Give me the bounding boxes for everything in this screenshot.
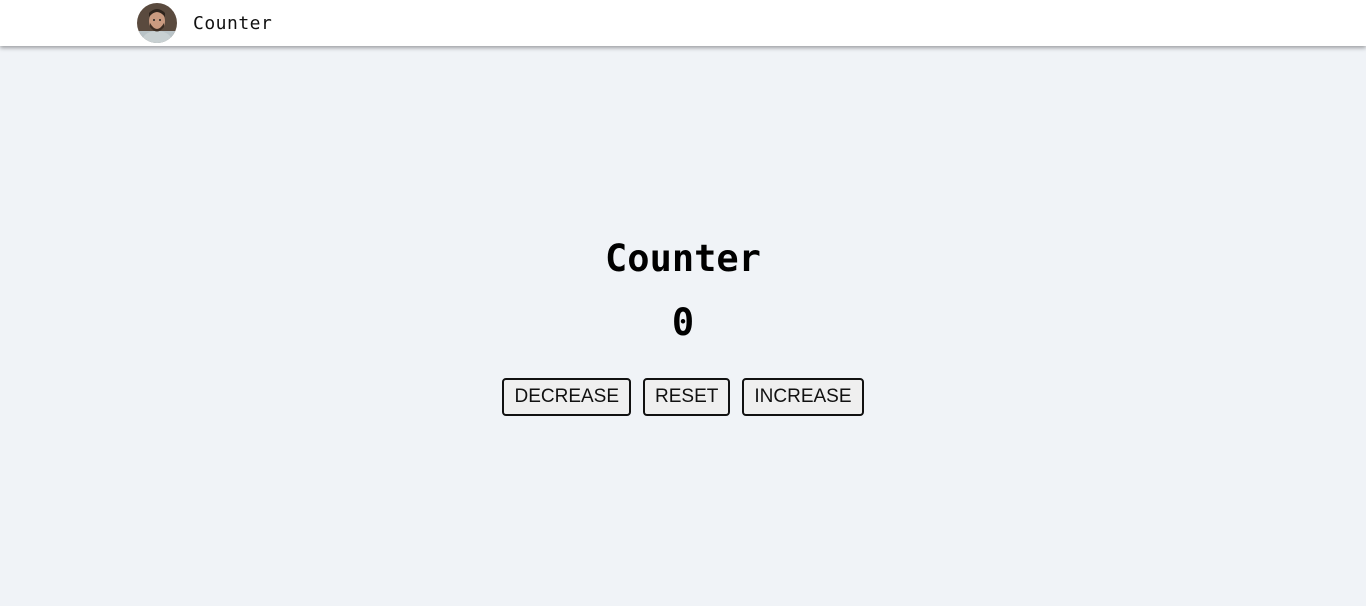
nav-brand-group[interactable]: Counter [137,3,272,43]
counter-main: Counter 0 DECREASE RESET INCREASE [0,46,1366,606]
decrease-button[interactable]: DECREASE [502,378,632,416]
increase-button[interactable]: INCREASE [742,378,864,416]
counter-controls: DECREASE RESET INCREASE [0,378,1366,416]
reset-button[interactable]: RESET [643,378,731,416]
avatar[interactable] [137,3,177,43]
avatar-photo-icon [137,3,177,43]
brand-title[interactable]: Counter [193,13,272,34]
navbar: Counter [0,0,1366,46]
counter-value: 0 [671,301,695,344]
counter-heading: Counter [605,237,761,280]
